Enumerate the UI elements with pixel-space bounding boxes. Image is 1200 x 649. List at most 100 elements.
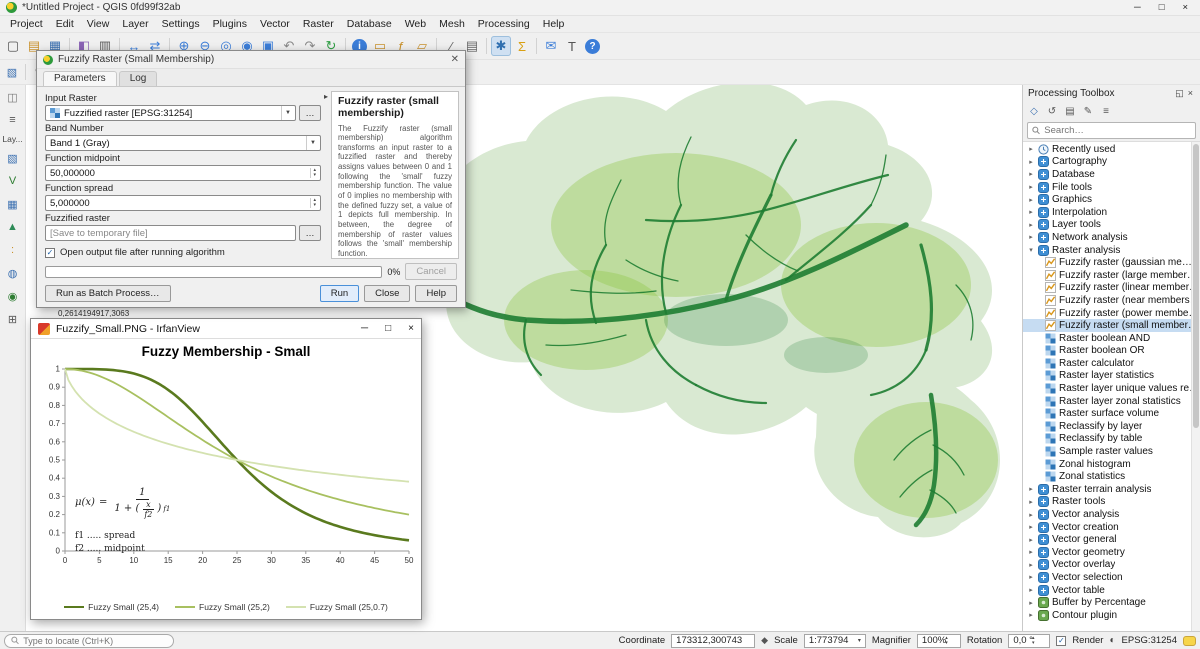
float-panel-icon[interactable]: ◱ [1173,88,1186,98]
locate-input[interactable] [23,636,167,646]
add-delimited-text-icon[interactable]: : [4,241,22,259]
toolbox-item-raster-terrain-analysis[interactable]: ▸Raster terrain analysis [1023,483,1200,496]
toolbox-item-raster-boolean-and[interactable]: Raster boolean AND [1023,332,1200,345]
new-project-icon[interactable]: ▢ [3,36,23,56]
toolbox-item-layer-tools[interactable]: ▸Layer tools [1023,219,1200,232]
menu-processing[interactable]: Processing [472,17,536,31]
chevron-right-icon[interactable]: ▸ [1027,561,1035,569]
chevron-down-icon[interactable]: ▾ [1027,246,1035,254]
tab-parameters[interactable]: Parameters [43,71,117,86]
locate-box[interactable] [4,634,174,648]
toolbox-item-raster-boolean-or[interactable]: Raster boolean OR [1023,345,1200,358]
close-icon[interactable]: ✕ [451,54,459,65]
menu-help[interactable]: Help [537,17,571,31]
close-button[interactable]: Close [364,285,410,302]
cancel-button[interactable]: Cancel [405,263,457,280]
map-tips-icon[interactable]: ✉ [541,36,561,56]
close-panel-icon[interactable]: × [1186,88,1195,98]
spinner-buttons[interactable]: ▴▾ [310,168,316,178]
toolbox-item-raster-surface-volume[interactable]: Raster surface volume [1023,407,1200,420]
browse-input-button[interactable]: … [299,105,321,121]
toolbox-item-vector-geometry[interactable]: ▸Vector geometry [1023,546,1200,559]
minimize-icon[interactable]: ─ [361,323,368,334]
help-button[interactable]: Help [415,285,457,302]
chevron-right-icon[interactable]: ▸ [1027,548,1035,556]
toolbox-item-buffer-by-percentage[interactable]: ▸Buffer by Percentage [1023,596,1200,609]
chevron-right-icon[interactable]: ▸ [1027,611,1035,619]
toolbox-item-graphics[interactable]: ▸Graphics [1023,193,1200,206]
chevron-right-icon[interactable]: ▸ [1027,183,1035,191]
function-midpoint-spinbox[interactable]: 50,000000 ▴▾ [45,165,321,181]
chevron-right-icon[interactable]: ▸ [1027,233,1035,241]
browser-panel-icon[interactable]: ◫ [4,88,22,106]
toolbox-item-vector-general[interactable]: ▸Vector general [1023,533,1200,546]
toolbox-item-raster-layer-zonal-statistics[interactable]: Raster layer zonal statistics [1023,395,1200,408]
statistical-summary-icon[interactable]: Σ [512,36,532,56]
coordinate-input[interactable]: 173312,300743 [671,634,755,648]
add-postgis-layer-icon[interactable]: ◍ [4,264,22,282]
mouse-position-icon[interactable]: ◆ [761,635,768,646]
toolbox-item-raster-layer-statistics[interactable]: Raster layer statistics [1023,370,1200,383]
chevron-right-icon[interactable]: ▸ [1027,573,1035,581]
toolbox-item-fuzzify-raster-near-membership[interactable]: Fuzzify raster (near membership) [1023,294,1200,307]
chevron-right-icon[interactable]: ▸ [1027,145,1035,153]
chevron-right-icon[interactable]: ▸ [1027,221,1035,229]
messages-icon[interactable] [1183,636,1196,646]
toolbox-item-recently-used[interactable]: ▸Recently used [1023,143,1200,156]
toolbox-item-file-tools[interactable]: ▸File tools [1023,181,1200,194]
add-wms-layer-icon[interactable]: ◉ [4,287,22,305]
close-icon[interactable]: × [408,323,414,334]
fuzzified-raster-output-field[interactable]: [Save to temporary file] [45,225,296,241]
toolbox-item-fuzzify-raster-large-membership[interactable]: Fuzzify raster (large membership) [1023,269,1200,282]
menu-project[interactable]: Project [4,17,49,31]
spinner-buttons[interactable]: ▴▾ [310,198,316,208]
history-icon[interactable]: ↺ [1044,104,1060,120]
menu-view[interactable]: View [81,17,116,31]
results-viewer-icon[interactable]: ▤ [1062,104,1078,120]
menu-vector[interactable]: Vector [254,17,296,31]
toolbox-item-vector-selection[interactable]: ▸Vector selection [1023,571,1200,584]
open-output-checkbox[interactable]: ✓ [45,248,55,258]
toolbox-item-vector-table[interactable]: ▸Vector table [1023,584,1200,597]
toolbox-item-fuzzify-raster-small-membership[interactable]: Fuzzify raster (small membership) [1023,319,1200,332]
menu-mesh[interactable]: Mesh [433,17,471,31]
toolbox-item-database[interactable]: ▸Database [1023,168,1200,181]
toolbox-item-network-analysis[interactable]: ▸Network analysis [1023,231,1200,244]
minimize-icon[interactable]: ─ [1134,2,1141,13]
band-number-combo[interactable]: Band 1 (Gray) ▼ [45,135,321,151]
toolbox-item-zonal-statistics[interactable]: Zonal statistics [1023,470,1200,483]
toolbox-item-vector-analysis[interactable]: ▸Vector analysis [1023,508,1200,521]
toolbox-search[interactable] [1027,122,1196,139]
toolbox-item-interpolation[interactable]: ▸Interpolation [1023,206,1200,219]
chevron-right-icon[interactable]: ▸ [1027,523,1035,531]
close-icon[interactable]: × [1182,2,1188,13]
chevron-right-icon[interactable]: ▸ [1027,485,1035,493]
toolbox-item-reclassify-by-layer[interactable]: Reclassify by layer [1023,420,1200,433]
toolbox-item-fuzzify-raster-gaussian-membership[interactable]: Fuzzify raster (gaussian membership) [1023,256,1200,269]
menu-database[interactable]: Database [341,17,398,31]
data-source-manager-icon[interactable]: ▧ [3,63,21,81]
function-spread-spinbox[interactable]: 5,000000 ▴▾ [45,195,321,211]
text-annotation-icon[interactable]: T [562,36,582,56]
magnifier-spin[interactable]: 100%▴▾ [917,634,961,648]
input-raster-combo[interactable]: Fuzzified raster [EPSG:31254] ▼ [45,105,296,121]
maximize-icon[interactable]: □ [1159,2,1165,13]
help-contents-icon[interactable]: ? [585,39,600,54]
chevron-right-icon[interactable]: ▸ [1027,586,1035,594]
add-vector-layer-icon[interactable]: V [4,172,22,190]
toolbox-item-contour-plugin[interactable]: ▸Contour plugin [1023,609,1200,622]
edit-features-in-place-icon[interactable]: ✎ [1080,104,1096,120]
add-mesh-layer-icon[interactable]: ▲ [4,218,22,236]
add-raster-layer-icon[interactable]: ▦ [4,195,22,213]
toolbox-item-vector-overlay[interactable]: ▸Vector overlay [1023,559,1200,572]
run-as-batch-button[interactable]: Run as Batch Process… [45,285,171,302]
toolbox-item-raster-analysis[interactable]: ▾Raster analysis [1023,244,1200,257]
toolbox-item-zonal-histogram[interactable]: Zonal histogram [1023,458,1200,471]
chevron-right-icon[interactable]: ▸ [1027,599,1035,607]
menu-layer[interactable]: Layer [116,17,154,31]
crs-status[interactable]: EPSG:31254 [1122,635,1177,646]
menu-edit[interactable]: Edit [50,17,80,31]
add-xyz-layer-icon[interactable]: ⊞ [4,310,22,328]
chevron-right-icon[interactable]: ▸ [1027,208,1035,216]
menu-raster[interactable]: Raster [297,17,340,31]
